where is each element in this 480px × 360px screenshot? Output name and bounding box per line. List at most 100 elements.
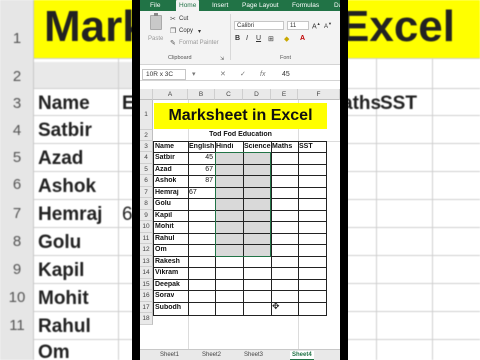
italic-button[interactable]: I	[246, 35, 248, 42]
background-row-number: 4	[12, 122, 22, 139]
name-box[interactable]: 10R x 3C	[142, 69, 186, 80]
header-maths[interactable]: Maths	[272, 143, 292, 150]
subtitle-cell[interactable]: Tod Fod Education	[154, 131, 327, 138]
row-header[interactable]: 5	[140, 163, 153, 175]
column-header-d[interactable]: D	[243, 89, 271, 100]
background-row-number: 1	[12, 30, 22, 47]
english-score-cell[interactable]: 87	[188, 177, 213, 184]
english-score-cell[interactable]: 67	[189, 189, 197, 196]
sheet-tab-1[interactable]: Sheet1	[160, 351, 179, 360]
dropdown-icon[interactable]: ▾	[192, 69, 196, 80]
font-color-icon[interactable]: A	[300, 35, 305, 42]
select-all-corner[interactable]	[140, 89, 153, 100]
sheet-tab-2[interactable]: Sheet2	[202, 351, 221, 360]
row-header[interactable]: 15	[140, 278, 153, 290]
student-name-cell[interactable]: Vikram	[155, 269, 178, 276]
marksheet-title[interactable]: Marksheet in Excel	[154, 103, 327, 129]
row-border	[153, 301, 327, 302]
copy-dropdown-arrow[interactable]: ▾	[198, 28, 201, 35]
student-name-cell[interactable]: Azad	[155, 166, 172, 173]
student-name-cell[interactable]: Subodh	[155, 304, 181, 311]
row-header[interactable]: 13	[140, 255, 153, 267]
insert-function-button[interactable]: fx	[260, 69, 265, 80]
font-size-select[interactable]: 11	[287, 21, 309, 30]
row-header[interactable]: 8	[140, 198, 153, 210]
tab-page-layout[interactable]: Page Layout	[242, 0, 279, 11]
row-header[interactable]: 6	[140, 175, 153, 187]
copy-icon[interactable]: ❐	[170, 28, 177, 35]
student-name-cell[interactable]: Satbir	[155, 154, 175, 161]
dialog-launcher-icon[interactable]: ⇲	[220, 56, 227, 63]
scissors-icon[interactable]: ✂	[170, 16, 177, 23]
tab-data[interactable]: Da	[334, 0, 340, 11]
row-header[interactable]: 14	[140, 267, 153, 279]
copy-button[interactable]: Copy	[179, 28, 193, 34]
tab-formulas[interactable]: Formulas	[292, 0, 319, 11]
row-header[interactable]: 11	[140, 232, 153, 244]
student-name-cell[interactable]: Rahul	[155, 235, 174, 242]
increase-font-icon[interactable]: A▲	[312, 21, 321, 30]
background-name-cell: Om	[38, 342, 70, 360]
enter-icon[interactable]: ✓	[240, 69, 246, 80]
tab-file[interactable]: File	[150, 0, 160, 11]
row-header[interactable]: 2	[140, 130, 153, 141]
header-name[interactable]: Name	[155, 143, 174, 150]
formula-input[interactable]: 45	[282, 69, 290, 80]
background-row-number: 2	[12, 68, 22, 85]
cut-button[interactable]: Cut	[179, 16, 188, 22]
paste-button-label[interactable]: Paste	[148, 36, 163, 42]
row-header[interactable]: 10	[140, 221, 153, 233]
english-score-cell[interactable]: 45	[188, 154, 213, 161]
background-name-cell: Hemraj	[38, 204, 103, 225]
excel-window: File Home Insert Page Layout Formulas Da…	[140, 0, 340, 360]
student-name-cell[interactable]: Deepak	[155, 281, 180, 288]
borders-icon[interactable]: ⊞	[268, 35, 274, 43]
student-name-cell[interactable]: Om	[155, 246, 167, 253]
student-name-cell[interactable]: Golu	[155, 200, 171, 207]
row-header[interactable]: 3	[140, 141, 153, 152]
column-header-a[interactable]: A	[153, 89, 188, 100]
tab-insert[interactable]: Insert	[212, 0, 228, 11]
background-name-cell: Golu	[38, 232, 82, 253]
column-header-e[interactable]: E	[271, 89, 298, 100]
student-name-cell[interactable]: Rakesh	[155, 258, 180, 265]
row-header[interactable]: 9	[140, 209, 153, 221]
english-score-cell[interactable]: 67	[188, 166, 213, 173]
row-header[interactable]: 1	[140, 100, 153, 130]
row-header[interactable]: 7	[140, 186, 153, 198]
font-name-select[interactable]: Calibri	[234, 21, 284, 30]
paste-icon[interactable]	[150, 13, 162, 30]
row-header[interactable]: 12	[140, 244, 153, 256]
background-row-number: 3	[12, 95, 22, 112]
student-name-cell[interactable]: Sorav	[155, 292, 174, 299]
student-name-cell[interactable]: Mohit	[155, 223, 174, 230]
format-painter-icon[interactable]: ✎	[170, 40, 177, 47]
selection-range[interactable]	[215, 152, 271, 257]
row-header[interactable]: 4	[140, 152, 153, 164]
header-science[interactable]: Science	[244, 143, 271, 150]
background-row-number: 6	[12, 176, 22, 193]
bold-button[interactable]: B	[235, 35, 240, 42]
tab-home[interactable]: Home	[176, 0, 200, 11]
fill-color-icon[interactable]: ◆	[284, 35, 289, 43]
clipboard-group-label: Clipboard	[168, 55, 192, 61]
student-name-cell[interactable]: Ashok	[155, 177, 176, 184]
student-name-cell[interactable]: Kapil	[155, 212, 172, 219]
format-painter-button[interactable]: Format Painter	[179, 40, 219, 46]
decrease-font-icon[interactable]: A▼	[324, 21, 332, 30]
sheet-tab-4[interactable]: Sheet4	[290, 351, 314, 360]
row-header[interactable]: 16	[140, 290, 153, 302]
background-gridline	[432, 58, 433, 360]
student-name-cell[interactable]: Hemraj	[155, 189, 179, 196]
row-header[interactable]: 18	[140, 313, 153, 325]
column-header-b[interactable]: B	[188, 89, 215, 100]
column-header-c[interactable]: C	[215, 89, 243, 100]
sheet-tab-3[interactable]: Sheet3	[244, 351, 263, 360]
header-sst[interactable]: SST	[299, 143, 313, 150]
column-header-f[interactable]: F	[298, 89, 340, 100]
cancel-icon[interactable]: ✕	[220, 69, 226, 80]
underline-button[interactable]: U	[256, 35, 261, 42]
row-header[interactable]: 17	[140, 301, 153, 313]
header-hindi[interactable]: Hindi	[216, 143, 234, 150]
header-english[interactable]: English	[189, 143, 215, 150]
